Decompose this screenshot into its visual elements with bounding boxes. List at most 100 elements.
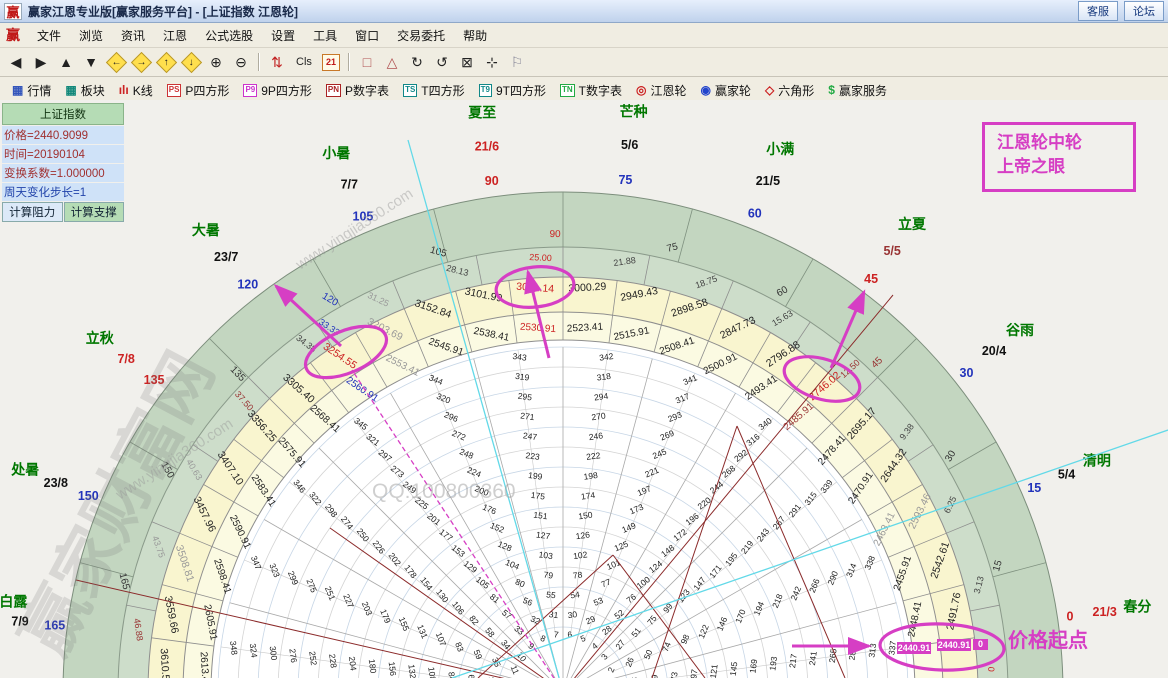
note-box: 江恩轮中轮 上帝之眼 [982,122,1136,192]
menu-item[interactable]: 窗口 [346,25,388,46]
wheel-number: 337 [886,640,898,656]
zoom-out-icon[interactable]: ⊖ [229,51,253,73]
wheel-number: 126 [575,529,591,541]
brand-logo-icon: 赢 [6,25,20,45]
tab-板块[interactable]: ▦板块 [59,80,110,101]
赢家服务-icon: $ [828,84,835,96]
calendar-icon[interactable]: 21 [319,51,343,73]
tab-label: 板块 [81,82,105,99]
wheel-number: 立秋 [86,330,115,346]
calc-button[interactable]: 计算阻力 [2,202,63,222]
wheel-number: 228 [327,653,339,669]
tab-P四方形[interactable]: PSP四方形 [161,80,236,101]
wheel-number: 295 [517,391,533,403]
nav-left-icon[interactable]: ◀ [4,51,28,73]
tab-P数字表[interactable]: PNP数字表 [320,80,395,101]
menu-item[interactable]: 公式选股 [196,25,262,46]
wheel-number: 175 [530,490,546,502]
app-icon: 赢 [4,3,22,20]
wheel-number: 0 [1067,610,1074,624]
step-up-icon[interactable]: ↑ [154,51,178,73]
step-left-icon[interactable]: ← [104,51,128,73]
tab-江恩轮[interactable]: ◎江恩轮 [630,80,693,101]
menu-item[interactable]: 帮助 [454,25,496,46]
menu-item[interactable]: 浏览 [70,25,112,46]
menu-item[interactable]: 工具 [304,25,346,46]
wheel-number: 79 [543,569,554,580]
step-right-icon[interactable]: → [129,51,153,73]
wheel-number: 300 [268,645,280,661]
tab-9T四方形[interactable]: T99T四方形 [473,80,552,101]
wheel-number: 156 [387,661,399,677]
support-button[interactable]: 客服 [1078,1,1118,21]
tab-label: 赢家轮 [715,82,751,99]
forum-button[interactable]: 论坛 [1124,1,1164,21]
pin-icon[interactable]: ⚐ [505,51,529,73]
赢家轮-icon: ◉ [701,84,711,96]
wheel-number: 102 [573,549,589,561]
diamond-icon: ↑ [155,51,176,72]
tab-赢家轮[interactable]: ◉ 赢家轮 [695,80,758,101]
wheel-number: 5/5 [883,244,900,258]
rotate-cw-icon[interactable]: ↻ [405,51,429,73]
square-tool-icon[interactable]: □ [355,51,379,73]
wheel-number: 150 [578,510,594,522]
center-icon[interactable]: ⊹ [480,51,504,73]
diamond-icon: ← [105,51,126,72]
menu-bar: 赢 文件浏览资讯江恩公式选股设置工具窗口交易委托帮助 [0,23,1168,48]
tab-赢家服务[interactable]: $赢家服务 [822,80,893,101]
wheel-number: 145 [728,661,740,677]
wheel-number: 20/4 [982,344,1006,358]
step-down-icon[interactable]: ↓ [179,51,203,73]
wheel-number: 21/3 [1093,605,1117,619]
maximize-icon[interactable]: ⊠ [455,51,479,73]
triangle-tool-icon[interactable]: △ [380,51,404,73]
menu-item[interactable]: 江恩 [154,25,196,46]
wheel-number: 处暑 [10,462,39,478]
clear-button[interactable]: Cls [290,51,318,73]
rotate-ccw-icon[interactable]: ↺ [430,51,454,73]
watermark-text: QQ:100800360 [372,480,516,503]
sort-icon[interactable]: ⇅ [265,51,289,73]
9P四方形-icon: P9 [243,84,257,97]
tab-K线[interactable]: ılıK线 [113,80,159,101]
wheel-number: 31 [548,609,559,620]
calc-button[interactable]: 计算支撑 [64,202,125,222]
wheel-number: 204 [347,656,359,672]
nav-up-icon[interactable]: ▲ [54,51,78,73]
nav-down-icon[interactable]: ▼ [79,51,103,73]
9T四方形-icon: T9 [479,84,492,97]
tab-9P四方形[interactable]: P9 9P四方形 [237,80,317,101]
tab-label: P数字表 [345,82,389,99]
nav-right-icon[interactable]: ▶ [29,51,53,73]
wheel-number: 241 [807,650,819,666]
chart-area: 1234567891011122526272829303132333435364… [0,100,1168,678]
tab-行情[interactable]: ▦行情 [6,80,57,101]
wheel-number: 23/8 [44,476,68,490]
menu-item[interactable]: 设置 [262,25,304,46]
note-line2: 上帝之眼 [997,155,1133,179]
window-title: 赢家江恩专业版[赢家服务平台] - [上证指数 江恩轮] [28,3,1072,20]
wheel-number: 21/6 [475,139,499,153]
wheel-number: 90 [485,174,499,188]
tab-T数字表[interactable]: TNT数字表 [554,80,628,101]
menu-item[interactable]: 文件 [28,25,70,46]
wheel-number: 芒种 [620,103,648,119]
tab-六角形[interactable]: ◇六角形 [759,80,820,101]
wheel-number: 春分 [1122,598,1151,614]
wheel-number: 103 [538,549,554,561]
zoom-in-icon[interactable]: ⊕ [204,51,228,73]
wheel-number: 108 [426,666,438,678]
wheel-number: 276 [287,648,299,664]
wheel-number: 97 [688,668,699,678]
wheel-number: 60 [748,206,762,220]
tab-T四方形[interactable]: TST四方形 [397,80,471,101]
menu-item[interactable]: 交易委托 [388,25,454,46]
wheel-number: 45 [864,272,878,286]
wheel-number: 5/6 [621,138,638,152]
menu-item[interactable]: 资讯 [112,25,154,46]
wheel-number: 217 [787,653,799,669]
diamond-icon: ↓ [180,51,201,72]
tab-label: 9P四方形 [261,82,312,99]
wheel-number: 132 [406,664,418,678]
